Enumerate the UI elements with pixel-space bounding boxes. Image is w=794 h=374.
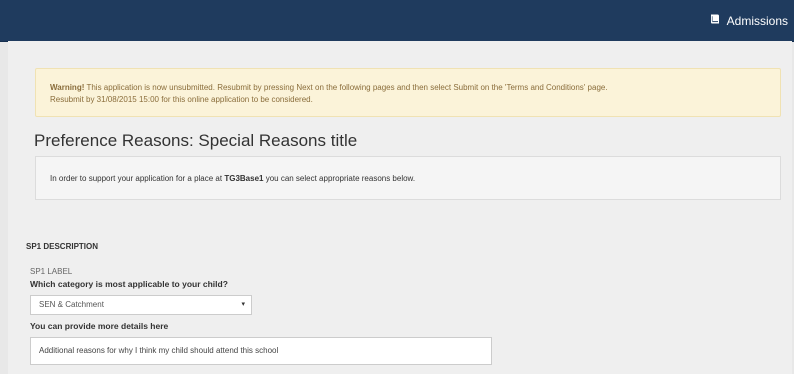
chevron-down-icon: ▾ [241,301,245,308]
admissions-link[interactable]: Admissions [709,0,788,41]
category-select[interactable]: SEN & Catchment ▾ [30,295,252,315]
category-select-value: SEN & Catchment [39,300,104,309]
warning-text-line2: Resubmit by 31/08/2015 15:00 for this on… [50,95,313,104]
admissions-label: Admissions [726,13,788,28]
warning-text-line1: This application is now unsubmitted. Res… [84,83,608,92]
details-label: You can provide more details here [30,321,169,331]
details-textarea[interactable]: Additional reasons for why I think my ch… [30,337,492,365]
info-text-before: In order to support your application for… [50,174,225,183]
main-content: Warning! This application is now unsubmi… [8,41,792,374]
page-title: Preference Reasons: Special Reasons titl… [34,131,358,150]
category-question: Which category is most applicable to you… [30,279,228,289]
book-icon [709,13,721,28]
school-name: TG3Base1 [224,174,264,183]
sp1-label: SP1 LABEL [30,267,73,276]
info-text-after: you can select appropriate reasons below… [263,174,416,183]
section-heading: SP1 DESCRIPTION [26,242,99,251]
top-navbar: Admissions [0,0,794,42]
warning-prefix: Warning! [50,83,85,92]
warning-alert: Warning! This application is now unsubmi… [35,68,781,117]
info-panel: In order to support your application for… [35,156,781,200]
